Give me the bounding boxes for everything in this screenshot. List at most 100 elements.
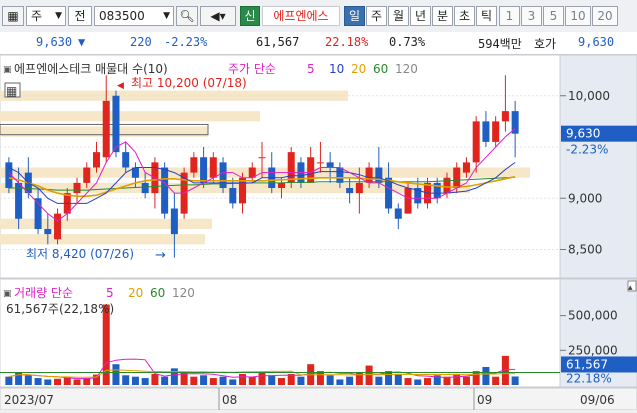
volume-bar-27 (268, 375, 276, 385)
candle-body-5 (54, 213, 62, 240)
down-arrow-icon: ▼ (78, 35, 86, 49)
volume-current-text: 61,567주(22,18%) (6, 302, 114, 316)
main-select[interactable]: 주 ▼ (26, 6, 66, 26)
candle-body-41 (404, 188, 412, 214)
x-label-2: 09 (477, 393, 492, 407)
candle-body-4 (44, 229, 52, 235)
price-tick-0: 10,000 (568, 89, 610, 103)
candle-body-36 (355, 182, 363, 194)
legend-period-60: 60 (373, 62, 388, 76)
low-arrow-icon: → (155, 248, 166, 263)
candle-body-28 (277, 182, 285, 188)
volume-bar-25 (248, 376, 256, 385)
chevron-down-icon: ▼ (55, 11, 62, 21)
period-button-4[interactable]: 분 (432, 6, 453, 26)
volume-bar-46 (453, 373, 461, 385)
interval-button-1[interactable]: 1 (499, 6, 520, 26)
volume-legend-period-5: 5 (106, 286, 114, 300)
volume-bar-9 (92, 374, 100, 385)
quote-bar: 9,630 ▼ 220 -2.23% 61,567 22.18% 0.73% 5… (0, 32, 637, 55)
volume-bar-5 (54, 378, 62, 385)
candle-body-51 (501, 111, 509, 122)
high-arrow-icon: ◀ (117, 81, 124, 91)
volume-bar-52 (511, 376, 519, 385)
price-change: 220 (130, 35, 152, 49)
volume-bar-50 (492, 376, 500, 385)
period-button-6[interactable]: 틱 (476, 6, 497, 26)
volume-bar-15 (151, 373, 159, 385)
volume-value: 61,567 (256, 35, 300, 49)
volume-legend-title: 거래량 단순 (14, 286, 73, 300)
price-tick-1: 9,000 (568, 191, 602, 205)
candle-body-21 (209, 157, 217, 178)
candle-body-26 (258, 157, 266, 159)
interval-button-20[interactable]: 20 (592, 6, 618, 26)
volume-bar-7 (73, 379, 81, 385)
profile-band-5 (0, 218, 212, 229)
volume-bar-34 (336, 379, 344, 385)
candle-body-11 (112, 95, 120, 153)
candle-body-45 (443, 177, 451, 194)
period-button-3[interactable]: 년 (410, 6, 431, 26)
volume-bar-43 (424, 378, 432, 385)
candle-body-50 (492, 121, 500, 142)
volume-bar-19 (190, 376, 198, 385)
volume-bar-48 (472, 371, 480, 385)
candle-body-37 (365, 167, 373, 183)
search-icon[interactable]: 🔍︎ (176, 6, 198, 26)
candle-body-29 (287, 152, 295, 183)
x-label-0: 2023/07 (4, 393, 54, 407)
interval-button-5[interactable]: 5 (543, 6, 564, 26)
volume-legend-period-60: 60 (150, 286, 165, 300)
jeon-select[interactable]: 전 (68, 6, 92, 26)
volume-bar-12 (122, 375, 130, 385)
volume-bar-4 (44, 379, 52, 385)
volume-bar-40 (394, 373, 402, 385)
volume-bar-41 (404, 378, 412, 385)
candle-body-12 (122, 152, 130, 168)
volume-bar-2 (24, 375, 32, 385)
stock-chart-svg[interactable]: ▣ 에프엔에스테크 매물대 수(10) 주가 단순 5 10 20 60 120▦ ◀ 최고 10… (0, 54, 637, 411)
candle-body-47 (462, 162, 470, 173)
legend-period-5: 5 (307, 62, 315, 76)
volume-bar-8 (83, 378, 91, 385)
current-pct-label: -2.23% (566, 143, 608, 157)
legend-period-20: 20 (351, 62, 366, 76)
candle-body-35 (346, 188, 354, 194)
candle-body-20 (200, 157, 208, 183)
price-tick-2: 8,500 (568, 243, 602, 257)
candle-body-9 (92, 152, 100, 168)
current-volume-label: 61,567 (566, 357, 608, 371)
interval-button-10[interactable]: 10 (565, 6, 591, 26)
volume-bar-0 (5, 376, 13, 385)
volume-ratio: 22.18% (325, 35, 369, 49)
period-button-5[interactable]: 초 (454, 6, 475, 26)
grid-icon: ▦ (6, 84, 17, 98)
volume-bar-20 (200, 375, 208, 385)
current-price-label: 9,630 (566, 127, 600, 141)
chevron-down-icon: ▼ (163, 11, 170, 21)
volume-panel-bg (0, 278, 561, 388)
toolbar: ▦ 주 ▼ 전 083500 ▼ 🔍︎ ◀▾ 신 에프엔에스 일주월년분초틱13… (0, 0, 637, 33)
volume-bar-49 (482, 366, 490, 385)
period-button-0[interactable]: 일 (344, 6, 365, 26)
speaker-icon[interactable]: ◀▾ (200, 6, 236, 26)
trade-value: 594백만 (478, 37, 522, 51)
chart-menu-icon[interactable]: ▦ (2, 6, 24, 26)
candle-body-14 (141, 182, 149, 194)
period-button-1[interactable]: 주 (366, 6, 387, 26)
volume-bar-14 (141, 378, 149, 385)
volume-bar-13 (131, 376, 139, 385)
code-input[interactable]: 083500 ▼ (94, 6, 174, 26)
interval-button-3[interactable]: 3 (521, 6, 542, 26)
legend-period-10: 10 (329, 62, 344, 76)
volume-legend-marker-icon: ▣ (3, 289, 12, 299)
chart-area[interactable]: ▣ 에프엔에스테크 매물대 수(10) 주가 단순 5 10 20 60 120 ▦ ◀ 최고 10… (0, 54, 637, 411)
candle-body-38 (375, 167, 383, 183)
volume-tick-1: 250,000 (568, 343, 618, 357)
legend-name: 에프엔에스테크 매물대 수(10) (14, 62, 168, 76)
volume-bar-22 (219, 376, 227, 385)
main-select-value: 주 (31, 9, 43, 23)
period-button-2[interactable]: 월 (388, 6, 409, 26)
volume-bar-33 (326, 375, 334, 385)
